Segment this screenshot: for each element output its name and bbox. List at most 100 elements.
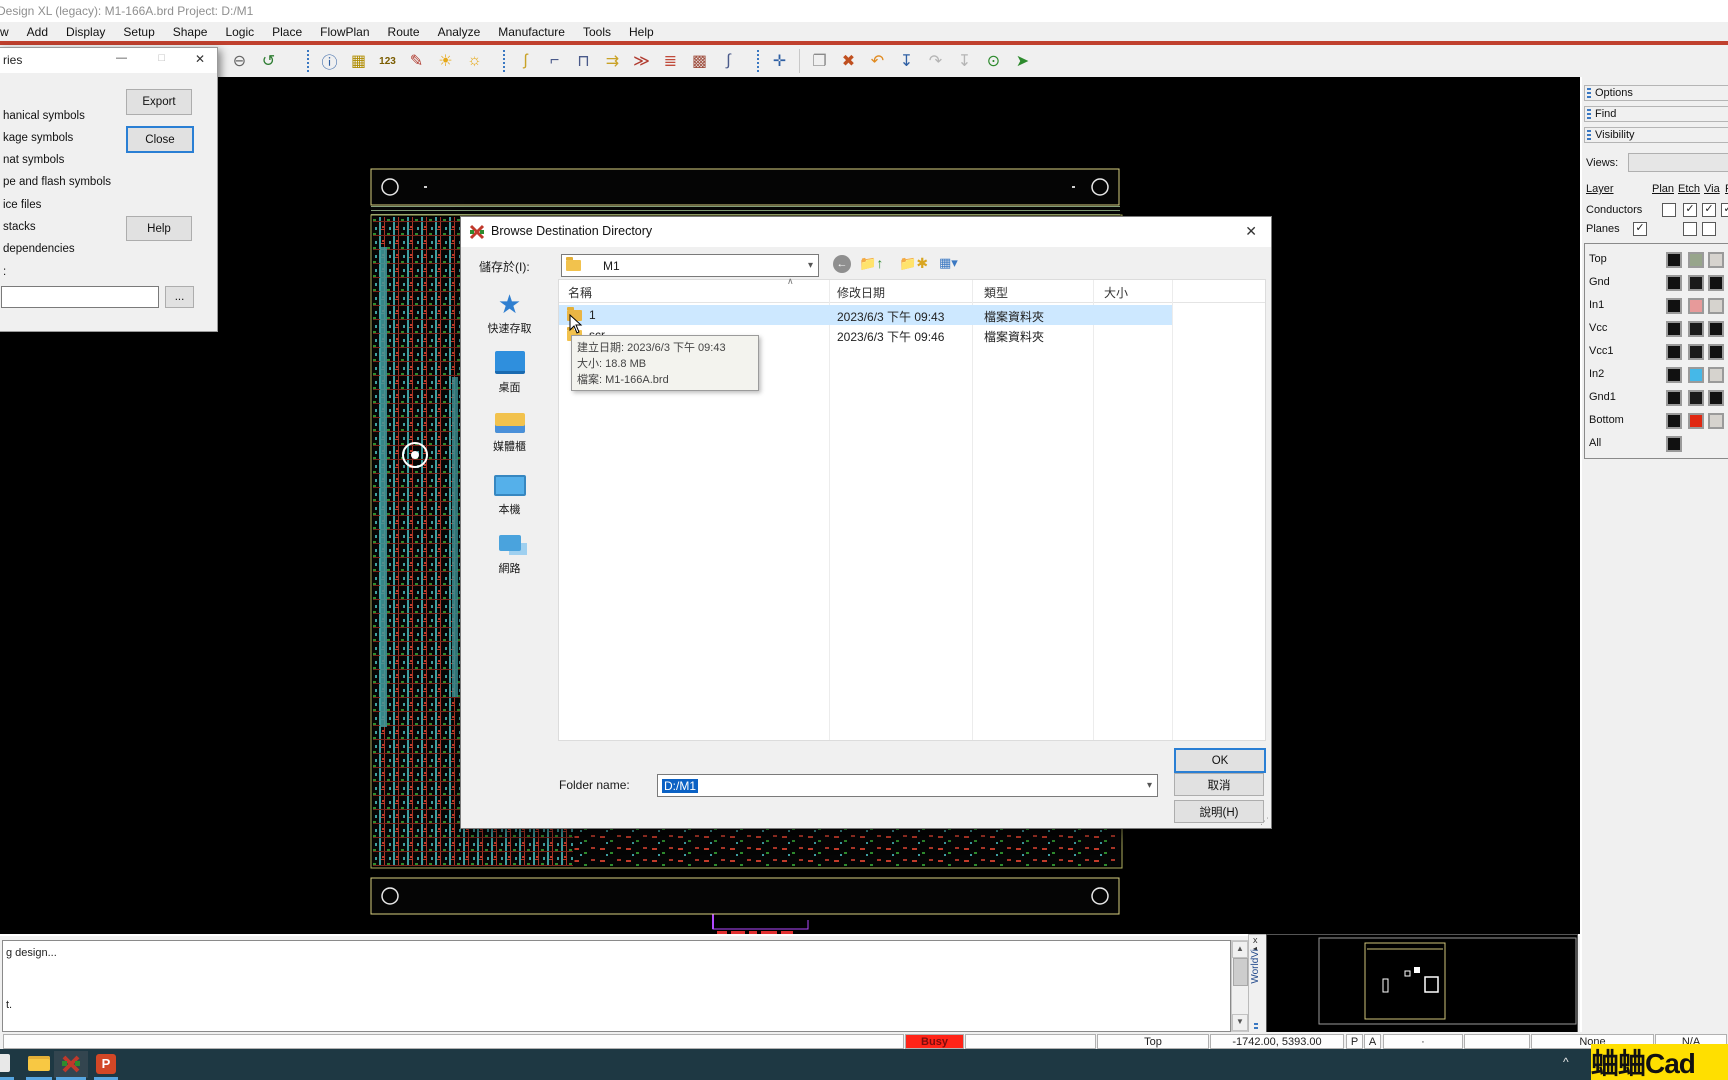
planes-checkbox[interactable]: ✓: [1633, 222, 1647, 236]
menu-display[interactable]: Display: [57, 25, 114, 39]
layer-color-swatch[interactable]: [1688, 344, 1704, 360]
close-icon[interactable]: ✕: [195, 52, 205, 66]
menu-place[interactable]: Place: [263, 25, 311, 39]
folder-name-combobox[interactable]: D:/M1 ▾: [657, 774, 1158, 797]
menu-flowplan[interactable]: FlowPlan: [311, 25, 378, 39]
scrollbar-thumb[interactable]: [1233, 958, 1248, 986]
layer-color-swatch[interactable]: [1688, 321, 1704, 337]
add-connect-icon[interactable]: ʃ: [511, 48, 540, 74]
layer-color-swatch[interactable]: [1688, 275, 1704, 291]
menu-help[interactable]: Help: [620, 25, 663, 39]
oops-icon[interactable]: ↶: [863, 48, 892, 74]
folder-name-value[interactable]: D:/M1: [662, 778, 699, 793]
close-button[interactable]: Close: [126, 126, 194, 153]
color-edit-icon[interactable]: ✎: [402, 48, 431, 74]
view-menu-icon[interactable]: ▦▾: [939, 255, 958, 271]
menu-view-truncated[interactable]: w: [0, 25, 18, 39]
conductors-pin-checkbox[interactable]: ✓: [1721, 203, 1728, 217]
layer-global-swatch[interactable]: [1666, 344, 1682, 360]
export-path-input[interactable]: [1, 286, 159, 308]
component-info-icon[interactable]: ▦: [344, 48, 373, 74]
column-divider[interactable]: [829, 280, 830, 740]
redo-icon[interactable]: ↷: [921, 48, 950, 74]
application-mode-button[interactable]: A: [1364, 1034, 1381, 1049]
delay-tune-icon[interactable]: ≣: [656, 48, 685, 74]
column-divider[interactable]: [1172, 280, 1173, 740]
conductors-etch-checkbox[interactable]: ✓: [1683, 203, 1697, 217]
export-item-format-symbols[interactable]: nat symbols: [3, 154, 64, 166]
layer-via-swatch[interactable]: [1708, 298, 1724, 314]
pin-icon[interactable]: ➤: [1008, 48, 1037, 74]
pick-grid-button[interactable]: P: [1346, 1034, 1363, 1049]
column-header-type[interactable]: 類型: [984, 284, 1008, 301]
layer-color-swatch[interactable]: [1688, 252, 1704, 268]
sidebar-item-quick-access[interactable]: ★ 快速存取: [461, 289, 558, 336]
layer-global-swatch[interactable]: [1666, 367, 1682, 383]
spread-icon[interactable]: ≫: [627, 48, 656, 74]
ok-button[interactable]: OK: [1174, 748, 1266, 773]
column-header-size[interactable]: 大小: [1104, 284, 1128, 301]
tab-visibility[interactable]: Visibility: [1584, 127, 1728, 143]
dim-mode-icon[interactable]: ☼: [460, 48, 489, 74]
help-button[interactable]: 說明(H): [1174, 800, 1264, 823]
up-one-level-icon[interactable]: 📁↑: [859, 255, 883, 272]
layer-via-swatch[interactable]: [1708, 344, 1724, 360]
taskbar-app-icon[interactable]: [0, 1054, 10, 1072]
save-in-combobox[interactable]: M1 ▾: [561, 254, 819, 277]
layer-global-swatch[interactable]: [1666, 298, 1682, 314]
scroll-up-icon[interactable]: ▲: [1232, 941, 1248, 958]
layer-via-swatch[interactable]: [1708, 275, 1724, 291]
console-scrollbar[interactable]: ▲ ▼: [1231, 940, 1249, 1032]
close-icon[interactable]: ✕: [1245, 223, 1257, 240]
menu-setup[interactable]: Setup: [114, 25, 163, 39]
toolbar-grip[interactable]: [755, 50, 761, 72]
cancel-button[interactable]: 取消: [1174, 773, 1264, 796]
move-icon[interactable]: ✛: [765, 48, 794, 74]
planes-via-checkbox[interactable]: [1702, 222, 1716, 236]
sidebar-item-this-pc[interactable]: 本機: [461, 475, 558, 517]
layer-via-swatch[interactable]: [1708, 252, 1724, 268]
toolbar-grip[interactable]: [305, 50, 311, 72]
menu-logic[interactable]: Logic: [216, 25, 263, 39]
column-divider[interactable]: [972, 280, 973, 740]
layer-via-swatch[interactable]: [1708, 413, 1724, 429]
layer-global-swatch[interactable]: [1666, 390, 1682, 406]
tab-find[interactable]: Find: [1584, 106, 1728, 122]
export-item-device-files[interactable]: ice files: [3, 199, 41, 211]
layer-global-swatch[interactable]: [1666, 413, 1682, 429]
route-fanout-icon[interactable]: ⌐: [540, 48, 569, 74]
allegro-taskbar-icon[interactable]: [61, 1054, 81, 1074]
wave-icon[interactable]: ∫: [714, 48, 743, 74]
drop-icon[interactable]: ↧: [892, 48, 921, 74]
export-item-package-symbols[interactable]: kage symbols: [3, 132, 73, 144]
layer-global-swatch[interactable]: [1666, 275, 1682, 291]
console-output[interactable]: g design... t.: [2, 940, 1231, 1032]
header-via[interactable]: Via: [1704, 183, 1720, 195]
zoom-out-icon[interactable]: ⊖: [225, 48, 254, 74]
show-element-icon[interactable]: ⓘ: [315, 48, 344, 74]
show-hidden-icons-chevron[interactable]: ^: [1563, 1055, 1569, 1069]
worldview-minimap[interactable]: [1266, 934, 1578, 1034]
browse-button[interactable]: ...: [165, 286, 194, 308]
route-pin-icon[interactable]: ⊓: [569, 48, 598, 74]
browse-dialog-title-bar[interactable]: Browse Destination Directory ✕: [461, 217, 1271, 247]
layer-global-swatch[interactable]: [1666, 321, 1682, 337]
resize-grip[interactable]: ⋰: [1260, 816, 1269, 827]
menu-shape[interactable]: Shape: [164, 25, 217, 39]
file-explorer-icon[interactable]: [28, 1056, 50, 1071]
export-item-padstacks[interactable]: stacks: [3, 221, 36, 233]
menu-manufacture[interactable]: Manufacture: [489, 25, 574, 39]
conductors-plan-checkbox[interactable]: [1662, 203, 1676, 217]
copy-icon[interactable]: ❐: [805, 48, 834, 74]
powerpoint-icon[interactable]: P: [96, 1054, 116, 1074]
layer-global-swatch[interactable]: [1666, 252, 1682, 268]
measure-icon[interactable]: 123: [373, 48, 402, 74]
export-item-shape-flash-symbols[interactable]: pe and flash symbols: [3, 176, 111, 188]
layer-color-swatch[interactable]: [1688, 367, 1704, 383]
conductors-via-checkbox[interactable]: ✓: [1702, 203, 1716, 217]
help-button[interactable]: Help: [126, 216, 192, 241]
menu-analyze[interactable]: Analyze: [429, 25, 490, 39]
column-header-name[interactable]: 名稱: [568, 284, 592, 301]
slide-icon[interactable]: ⇉: [598, 48, 627, 74]
column-header-modified[interactable]: 修改日期: [837, 284, 885, 301]
